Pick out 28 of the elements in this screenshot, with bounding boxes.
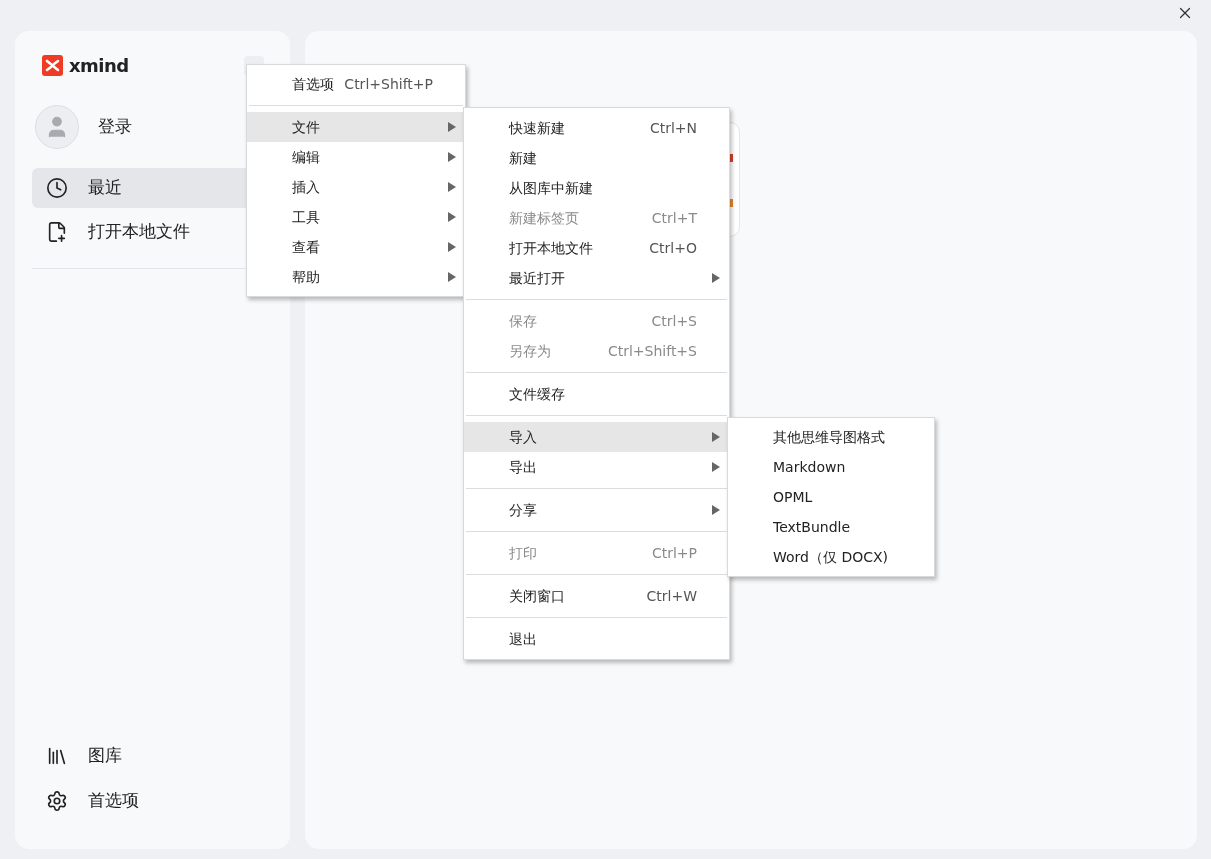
menu-item[interactable]: 文件 [247, 112, 465, 142]
menu-item[interactable]: 首选项 Ctrl+Shift+P [247, 69, 465, 99]
menu-item[interactable]: 新建 [464, 143, 729, 173]
logo-text: xmind [69, 54, 129, 78]
nav-item[interactable]: 首选项 [32, 781, 273, 821]
menu-item[interactable]: Word（仅 DOCX) [728, 542, 934, 572]
menu-item[interactable]: 关闭窗口 Ctrl+W [464, 581, 729, 611]
menu-item[interactable]: 文件缓存 [464, 379, 729, 409]
menu-item[interactable]: 其他思维导图格式 [728, 422, 934, 452]
menu-item[interactable]: 快速新建 Ctrl+N [464, 113, 729, 143]
menu-item[interactable]: 退出 [464, 624, 729, 654]
login-link[interactable]: 登录 [98, 114, 132, 140]
menu-item[interactable]: 导入 [464, 422, 729, 452]
clock-icon [46, 177, 68, 199]
books-icon [46, 745, 68, 767]
menu-item[interactable]: 导出 [464, 452, 729, 482]
file-plus-icon [46, 221, 68, 243]
menu-item[interactable]: 帮助 [247, 262, 465, 292]
menu-item[interactable]: 最近打开 [464, 263, 729, 293]
settings-icon [46, 790, 68, 812]
menu-item[interactable]: 打开本地文件 Ctrl+O [464, 233, 729, 263]
menu-item[interactable]: OPML [728, 482, 934, 512]
menu-item[interactable]: Markdown [728, 452, 934, 482]
logo-icon [42, 55, 63, 76]
nav-item[interactable]: 图库 [32, 736, 273, 776]
menu-item[interactable]: TextBundle [728, 512, 934, 542]
menu-item[interactable]: 从图库中新建 [464, 173, 729, 203]
menu-item[interactable]: 分享 [464, 495, 729, 525]
